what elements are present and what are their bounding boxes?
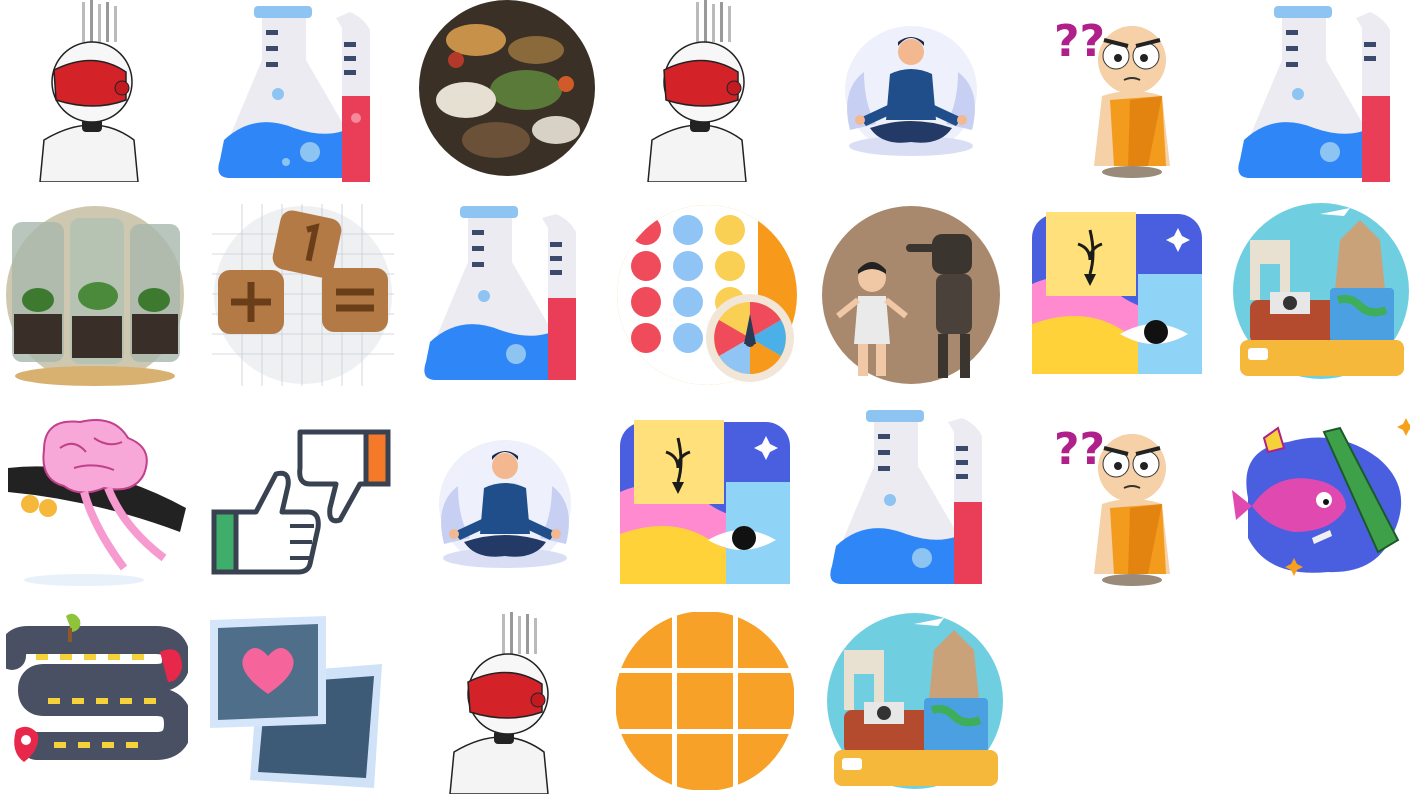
travel-suitcase-icon [827, 613, 1003, 789]
vr-robot-sticker[interactable] [618, 0, 800, 182]
vr-robot-icon [449, 612, 549, 794]
travel-suitcase-sticker[interactable] [1230, 200, 1412, 382]
svg-text:??: ?? [1054, 16, 1105, 67]
abstract-eye-icon [620, 420, 790, 584]
brain-skateboard-icon [8, 419, 186, 586]
vr-robot-sticker[interactable] [446, 612, 628, 794]
child-and-robot-photo[interactable] [820, 204, 1002, 386]
lab-flask-icon [830, 410, 982, 584]
confused-monk-sticker[interactable]: ?? [1040, 408, 1222, 590]
flask-sticker[interactable] [420, 204, 602, 386]
lab-flask-icon [1238, 6, 1390, 182]
confused-monk-sticker[interactable]: ?? [1040, 0, 1222, 182]
brain-skateboard-sticker[interactable] [4, 408, 186, 590]
sticker-grid: ?? ?? [0, 0, 1414, 798]
math-cookies-image [212, 204, 394, 386]
flask-sticker[interactable] [1234, 0, 1414, 182]
thumbs-up-down-icon [211, 429, 391, 575]
orange-grid-sticker[interactable] [614, 610, 796, 792]
svg-text:??: ?? [1054, 424, 1105, 475]
orange-grid-icon [615, 611, 795, 791]
terrarium-jars-photo[interactable] [4, 204, 186, 386]
flask-sticker[interactable] [826, 408, 1008, 590]
polluted-fish-icon [1232, 418, 1410, 576]
connect-four-icon [617, 205, 797, 385]
winding-road-map-sticker[interactable] [6, 612, 188, 794]
vr-robot-icon [39, 0, 139, 182]
child-robot-image [822, 206, 1000, 384]
travel-suitcase-sticker[interactable] [824, 610, 1006, 792]
vr-robot-icon [647, 0, 747, 182]
abstract-eye-icon [1032, 212, 1202, 374]
polluted-fish-sticker[interactable] [1228, 408, 1410, 590]
terrarium-image [6, 206, 184, 386]
abstract-eye-sticker[interactable] [616, 414, 798, 596]
meditating-person-icon [439, 440, 571, 568]
confused-monk-icon: ?? [1054, 424, 1170, 586]
abstract-eye-sticker[interactable] [1028, 204, 1210, 386]
meditating-person-icon [845, 26, 977, 156]
flask-sticker[interactable] [214, 0, 396, 182]
confused-monk-icon: ?? [1054, 16, 1170, 178]
thumbs-up-down-sticker[interactable] [210, 408, 392, 590]
lab-flask-icon [218, 6, 370, 182]
winding-road-icon [6, 613, 188, 762]
meditation-sticker[interactable] [820, 0, 1002, 182]
food-table-photo[interactable] [416, 0, 598, 182]
meditation-sticker[interactable] [414, 418, 596, 600]
lab-flask-icon [424, 206, 576, 380]
travel-suitcase-icon [1233, 203, 1409, 379]
food-table-image [419, 0, 595, 176]
math-cookies-photo[interactable] [212, 204, 394, 386]
vr-robot-sticker[interactable] [4, 0, 186, 182]
heart-cards-sticker[interactable] [206, 612, 388, 794]
heart-card-icon [210, 616, 382, 788]
connect-four-spinner-sticker[interactable] [616, 204, 798, 386]
